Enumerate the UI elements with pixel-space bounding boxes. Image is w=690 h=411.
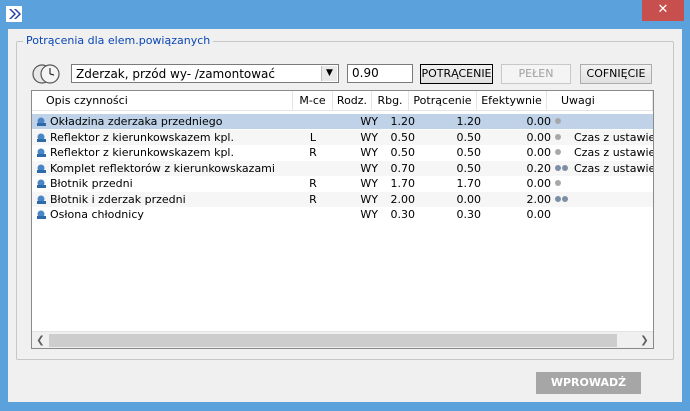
cell-effective: 0.00 bbox=[526, 208, 552, 221]
group-title: Potrącenia dla elem.powiązanych bbox=[23, 34, 214, 47]
column-header[interactable]: Potrącenie bbox=[409, 91, 477, 110]
cell-location: L bbox=[309, 130, 317, 144]
cell-description: Błotnik przedni bbox=[50, 177, 133, 190]
cell-description: Okładzina zderzaka przedniego bbox=[50, 115, 223, 128]
cell-description: Reflektor z kierunkowskazem kpl. bbox=[50, 130, 234, 144]
status-dot-icon bbox=[555, 118, 561, 124]
undo-button[interactable]: COFNIĘCIE bbox=[580, 64, 652, 84]
mechanic-icon bbox=[37, 164, 46, 173]
column-header[interactable]: Uwagi bbox=[547, 91, 653, 110]
status-dot-icon bbox=[562, 164, 568, 171]
cell-location: R bbox=[309, 146, 317, 159]
cell-location: R bbox=[309, 192, 317, 206]
cell-notes bbox=[574, 192, 653, 207]
apply-button[interactable]: WPROWADŹ bbox=[536, 372, 641, 394]
cell-description: Osłona chłodnicy bbox=[50, 208, 144, 221]
cell-notes: Czas z ustawieni bbox=[574, 161, 653, 175]
cell-deduction: 1.20 bbox=[456, 115, 482, 128]
full-button[interactable]: PEŁEN bbox=[501, 64, 571, 84]
cell-hours: 0.50 bbox=[390, 130, 416, 144]
scroll-left-icon[interactable]: ❮ bbox=[32, 332, 49, 348]
column-header[interactable]: Rbg. bbox=[372, 91, 409, 110]
chevron-down-icon[interactable]: ▼ bbox=[321, 66, 337, 81]
cell-description: Reflektor z kierunkowskazem kpl. bbox=[50, 146, 234, 159]
cell-description: Błotnik i zderzak przedni bbox=[50, 192, 186, 206]
scroll-thumb[interactable] bbox=[49, 334, 617, 347]
cell-deduction: 0.50 bbox=[456, 130, 482, 144]
cell-effective: 0.00 bbox=[526, 115, 552, 128]
table-row[interactable]: Reflektor z kierunkowskazem kpl. R WY 0.50 0… bbox=[32, 145, 653, 160]
cell-notes bbox=[574, 176, 653, 191]
mechanic-icon bbox=[37, 210, 46, 219]
cell-effective: 0.00 bbox=[526, 130, 552, 144]
cell-location bbox=[293, 207, 333, 222]
cell-hours: 0.50 bbox=[390, 146, 416, 159]
window: ✕ Potrącenia dla elem.powiązanych Zderza… bbox=[0, 0, 690, 411]
dialog-client: Potrącenia dla elem.powiązanych Zderzak,… bbox=[8, 29, 682, 402]
table-header: Opis czynności M-ce Rodz. Rbg. Potrącenie Efe… bbox=[32, 91, 653, 111]
cell-hours: 0.70 bbox=[390, 161, 416, 175]
horizontal-scrollbar[interactable]: ❮ ❯ bbox=[32, 331, 653, 348]
cell-notes bbox=[574, 207, 653, 222]
status-dot-icon bbox=[562, 195, 568, 202]
cell-deduction: 0.00 bbox=[456, 192, 482, 206]
mechanic-icon bbox=[37, 117, 46, 126]
table-row[interactable]: Reflektor z kierunkowskazem kpl. L WY 0.50 0… bbox=[32, 129, 653, 145]
cell-hours: 1.20 bbox=[390, 115, 416, 128]
cell-location bbox=[293, 161, 333, 176]
title-bar[interactable]: ✕ bbox=[0, 0, 690, 28]
table-row[interactable]: Błotnik i zderzak przedni R WY 2.00 0.00 2.00 bbox=[32, 191, 653, 207]
table-row[interactable]: Komplet reflektorów z kierunkowskazami WY… bbox=[32, 160, 653, 176]
cell-deduction: 0.30 bbox=[456, 208, 482, 221]
status-dot-icon bbox=[555, 133, 561, 140]
column-header[interactable]: Efektywnie bbox=[477, 91, 547, 110]
cell-deduction: 0.50 bbox=[456, 146, 482, 159]
factor-input[interactable]: 0.90 bbox=[347, 64, 413, 83]
cell-notes: Czas z ustawieni bbox=[574, 146, 653, 159]
status-dot-icon bbox=[555, 180, 561, 186]
status-dot-icon bbox=[555, 149, 561, 155]
mechanic-icon bbox=[37, 179, 46, 188]
cell-hours: 1.70 bbox=[390, 177, 416, 190]
mechanic-icon bbox=[37, 148, 46, 157]
cell-effective: 0.00 bbox=[526, 146, 552, 159]
cell-hours: 2.00 bbox=[390, 192, 416, 206]
status-dot-icon bbox=[555, 164, 561, 171]
cell-location bbox=[293, 114, 333, 129]
cell-location: R bbox=[309, 177, 317, 190]
deduction-button[interactable]: POTRĄCENIE bbox=[420, 64, 493, 84]
cell-deduction: 0.50 bbox=[456, 161, 482, 175]
table-row[interactable]: Błotnik przedni R WY 1.70 1.70 0.00 bbox=[32, 176, 653, 191]
combobox-value: Zderzak, przód wy- /zamontować bbox=[76, 67, 276, 81]
cell-hours: 0.30 bbox=[390, 208, 416, 221]
column-header[interactable]: Rodz. bbox=[333, 91, 372, 110]
cell-effective: 2.00 bbox=[526, 192, 552, 206]
operations-table[interactable]: Opis czynności M-ce Rodz. Rbg. Potrącenie Efe… bbox=[31, 90, 654, 349]
cell-effective: 0.20 bbox=[526, 161, 552, 175]
cell-notes bbox=[574, 114, 653, 129]
cell-deduction: 1.70 bbox=[456, 177, 482, 190]
cell-effective: 0.00 bbox=[526, 177, 552, 190]
clock-icon[interactable] bbox=[31, 62, 61, 86]
column-header[interactable]: M-ce bbox=[293, 91, 333, 110]
cell-notes: Czas z ustawieni bbox=[574, 130, 653, 144]
table-row[interactable]: Osłona chłodnicy WY 0.30 0.30 0.00 bbox=[32, 207, 653, 222]
table-row[interactable]: Okładzina zderzaka przedniego WY 1.20 1.20 0… bbox=[32, 114, 653, 129]
scroll-right-icon[interactable]: ❯ bbox=[636, 332, 653, 348]
status-dot-icon bbox=[555, 195, 561, 202]
close-button[interactable]: ✕ bbox=[642, 0, 684, 21]
operation-combobox[interactable]: Zderzak, przód wy- /zamontować ▼ bbox=[71, 64, 339, 83]
mechanic-icon bbox=[37, 195, 46, 204]
double-chevron-icon bbox=[6, 6, 22, 22]
mechanic-icon bbox=[37, 133, 46, 142]
cell-description: Komplet reflektorów z kierunkowskazami bbox=[50, 161, 275, 175]
column-header[interactable]: Opis czynności bbox=[32, 91, 293, 110]
